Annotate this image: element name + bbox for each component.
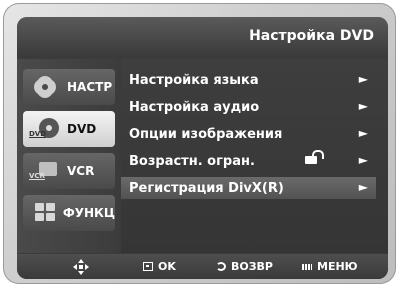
tv-frame: Настройка DVD НАСТР DVD DVD VCR VCR ФУНК…	[3, 3, 396, 284]
disc-badge: DVD	[29, 130, 47, 138]
back-label: ВОЗВР	[231, 260, 273, 273]
sidebar-item-function[interactable]: ФУНКЦ	[23, 195, 115, 231]
title-bar: Настройка DVD	[17, 17, 388, 57]
tape-icon: VCR	[29, 160, 59, 182]
unlock-icon	[305, 150, 324, 164]
page-title: Настройка DVD	[249, 28, 374, 44]
dpad-icon	[73, 259, 89, 275]
menu-item-language[interactable]: Настройка языка ►	[121, 69, 376, 91]
bottom-bar: OK ВОЗВР МЕНЮ	[17, 254, 388, 279]
sidebar: НАСТР DVD DVD VCR VCR ФУНКЦ	[17, 59, 119, 253]
ok-label: OK	[158, 260, 176, 273]
menu-button[interactable]: МЕНЮ	[302, 260, 358, 273]
menu-item-display[interactable]: Опции изображения ►	[121, 123, 376, 145]
sidebar-item-setup[interactable]: НАСТР	[23, 69, 115, 105]
osd-screen: Настройка DVD НАСТР DVD DVD VCR VCR ФУНК…	[17, 17, 388, 279]
menu-item-label: Опции изображения	[129, 126, 283, 142]
return-icon	[216, 262, 226, 271]
menu-item-label: Настройка аудио	[129, 99, 260, 115]
arrow-right-icon: ►	[358, 126, 368, 140]
ok-button[interactable]: OK	[143, 260, 176, 273]
grid-icon	[29, 202, 55, 224]
sidebar-item-label: НАСТР	[67, 80, 113, 94]
gear-icon	[29, 76, 59, 98]
menu-icon	[302, 263, 312, 270]
arrow-right-icon: ►	[358, 72, 368, 86]
sidebar-item-label: ФУНКЦ	[62, 206, 115, 220]
menu-label: МЕНЮ	[317, 260, 358, 273]
enter-icon	[143, 262, 153, 271]
sidebar-item-dvd[interactable]: DVD DVD	[23, 111, 115, 147]
menu-item-label: Возрастн. огран.	[129, 153, 255, 169]
tape-badge: VCR	[29, 172, 45, 180]
menu-item-label: Регистрация DivX(R)	[129, 180, 284, 196]
sidebar-item-label: DVD	[67, 122, 97, 136]
arrow-right-icon: ►	[358, 99, 368, 113]
sidebar-item-vcr[interactable]: VCR VCR	[23, 153, 115, 189]
menu-item-label: Настройка языка	[129, 72, 259, 88]
back-button[interactable]: ВОЗВР	[216, 260, 273, 273]
arrow-right-icon: ►	[358, 180, 368, 194]
menu-item-divx[interactable]: Регистрация DivX(R) ►	[121, 177, 376, 199]
settings-menu: Настройка языка ► Настройка аудио ► Опци…	[121, 59, 388, 253]
sidebar-item-label: VCR	[67, 164, 95, 178]
menu-item-parental[interactable]: Возрастн. огран. ►	[121, 150, 376, 172]
arrow-right-icon: ►	[358, 153, 368, 167]
menu-item-audio[interactable]: Настройка аудио ►	[121, 96, 376, 118]
disc-icon: DVD	[29, 118, 59, 140]
